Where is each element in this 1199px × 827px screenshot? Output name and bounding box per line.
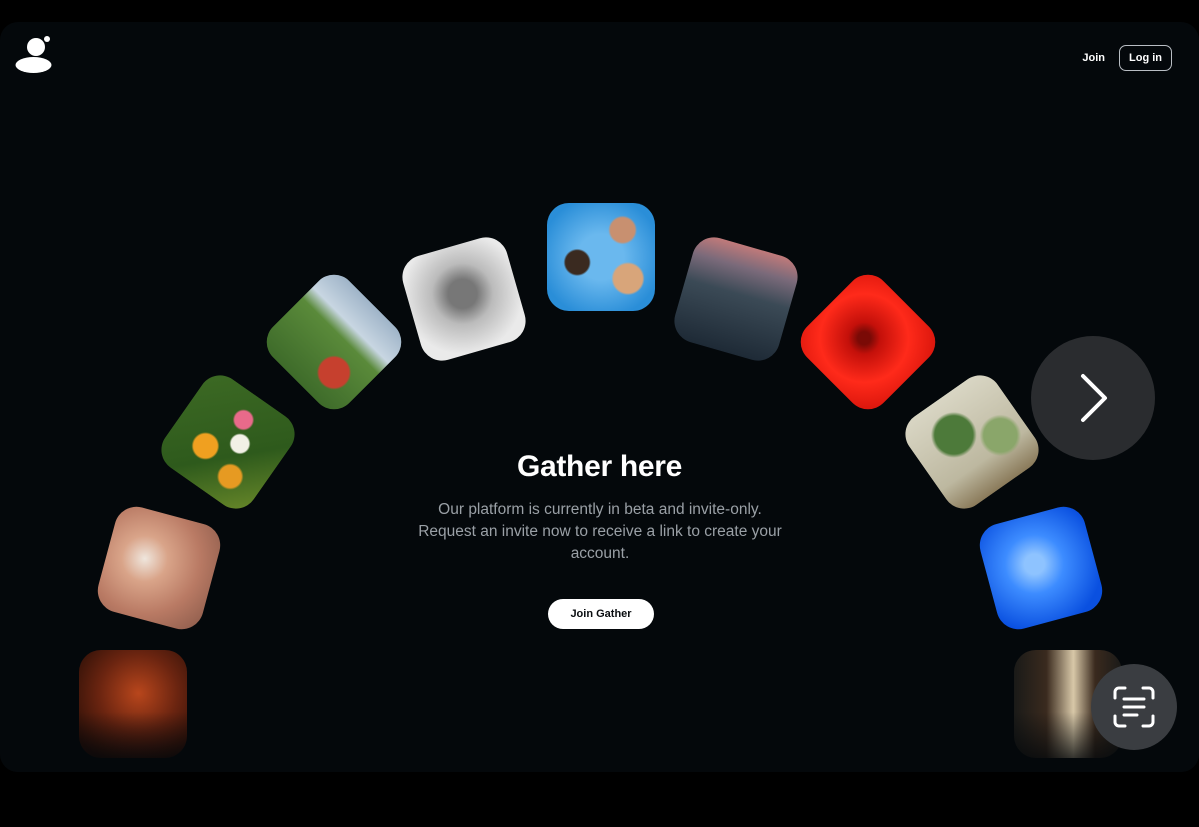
chevron-right-icon <box>1081 374 1107 422</box>
photo-tile-jellyfish <box>974 501 1108 635</box>
join-link[interactable]: Join <box>1080 48 1107 68</box>
photo-tile-friends-sky <box>547 203 655 311</box>
photo-tile-flowers <box>152 366 304 518</box>
top-nav: Join Log in <box>1080 45 1172 71</box>
photo-tile-portrait-blur <box>397 232 531 366</box>
photo-tile-desert-sunset <box>79 650 187 758</box>
hero-subtitle: Our platform is currently in beta and in… <box>418 501 782 562</box>
person-logo-icon[interactable] <box>14 36 54 76</box>
app-window: Join Log in Gather here Our platform is … <box>0 22 1199 772</box>
photo-tile-canyon <box>669 232 803 366</box>
photo-tile-trees <box>896 366 1048 518</box>
photo-tile-red-eye <box>791 265 945 419</box>
text-scan-button[interactable] <box>1091 664 1177 750</box>
hero-title: Gather here <box>516 450 683 483</box>
next-button[interactable] <box>1031 336 1155 460</box>
join-gather-button[interactable]: Join Gather <box>548 599 654 629</box>
photo-tile-figurine <box>92 501 226 635</box>
text-scan-icon <box>1113 686 1155 728</box>
photo-tile-tent-mountains <box>257 265 411 419</box>
login-button[interactable]: Log in <box>1119 45 1172 71</box>
